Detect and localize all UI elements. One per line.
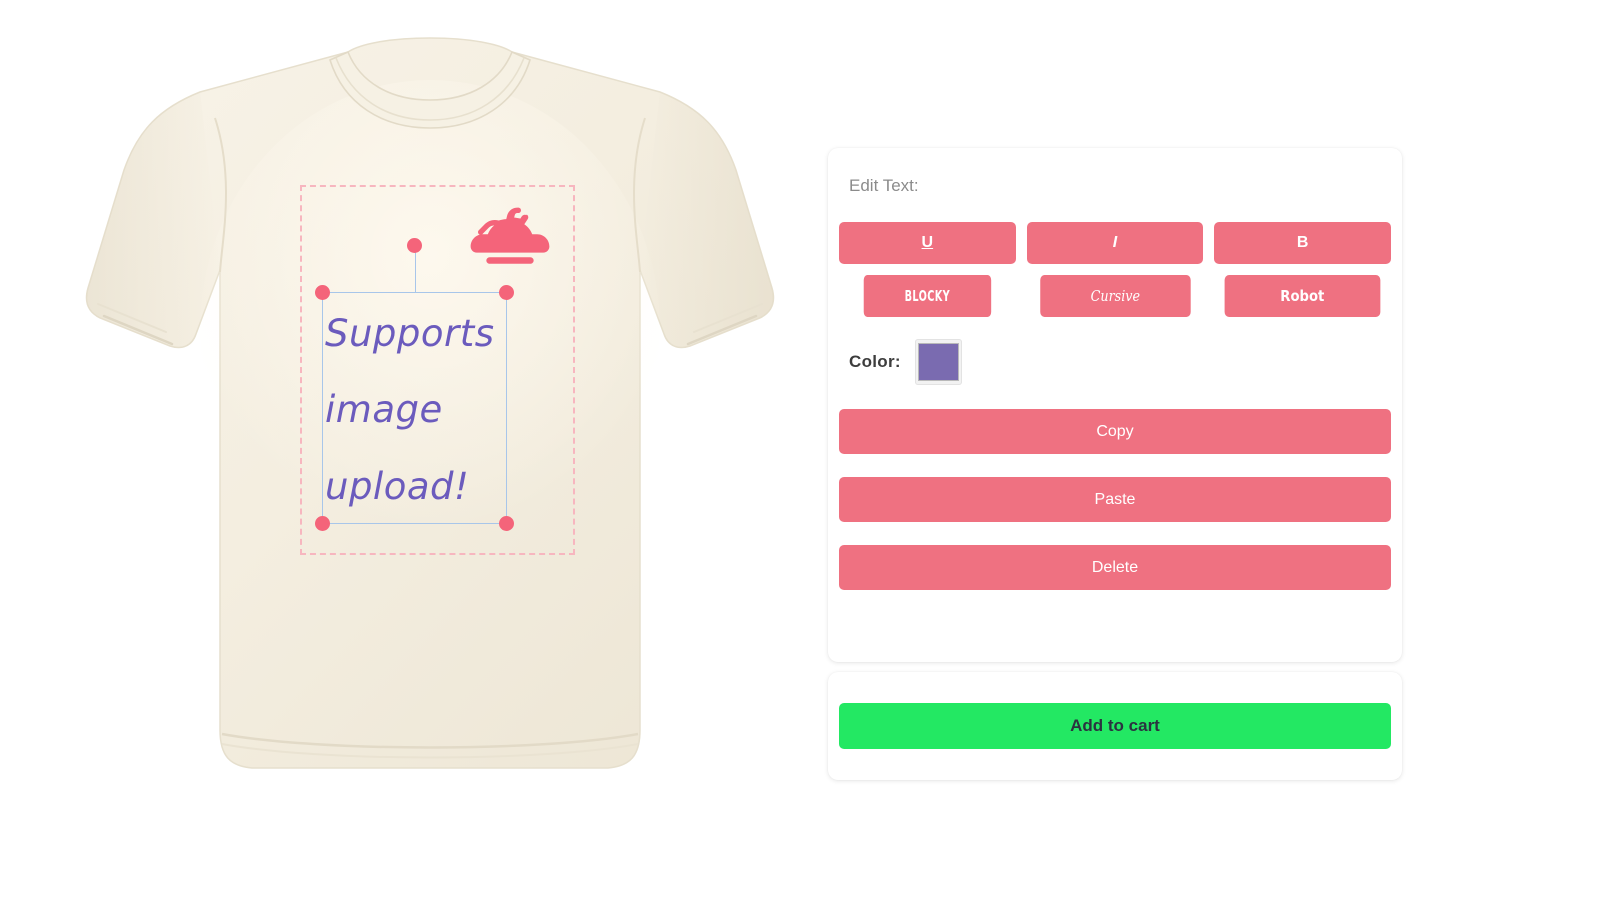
font-robot-button[interactable]: Robot <box>1224 275 1381 317</box>
color-swatch-fill <box>917 343 959 381</box>
add-to-cart-card: Add to cart <box>828 672 1402 780</box>
tshirt-mockup[interactable]: Supports image upload! <box>60 30 800 810</box>
copy-button[interactable]: Copy <box>839 409 1391 454</box>
font-blocky-button[interactable]: BLOCKY <box>863 275 991 317</box>
action-button-group: Copy Paste Delete <box>839 409 1391 590</box>
font-cursive-button[interactable]: Cursive <box>1039 275 1191 317</box>
bold-button[interactable]: B <box>1214 222 1391 264</box>
paste-button[interactable]: Paste <box>839 477 1391 522</box>
product-preview-area: Supports image upload! <box>0 0 820 900</box>
tshirt-designer-app: Supports image upload! Edit Text: U I B … <box>0 0 1600 900</box>
add-to-cart-button[interactable]: Add to cart <box>839 703 1391 749</box>
font-button-row: BLOCKY Cursive Robot <box>839 275 1391 317</box>
italic-button[interactable]: I <box>1026 222 1204 264</box>
format-button-row: U I B <box>839 222 1391 264</box>
color-row: Color: <box>849 339 1391 385</box>
edit-text-label: Edit Text: <box>849 176 919 195</box>
controls-column: Edit Text: U I B BLOCKY Cursive Robot Co… <box>828 148 1402 780</box>
text-editor-card: Edit Text: U I B BLOCKY Cursive Robot Co… <box>828 148 1402 662</box>
color-picker-swatch[interactable] <box>914 339 962 385</box>
underline-button[interactable]: U <box>839 222 1016 264</box>
tshirt-graphic <box>85 37 775 769</box>
delete-button[interactable]: Delete <box>839 545 1391 590</box>
color-label: Color: <box>849 352 901 371</box>
